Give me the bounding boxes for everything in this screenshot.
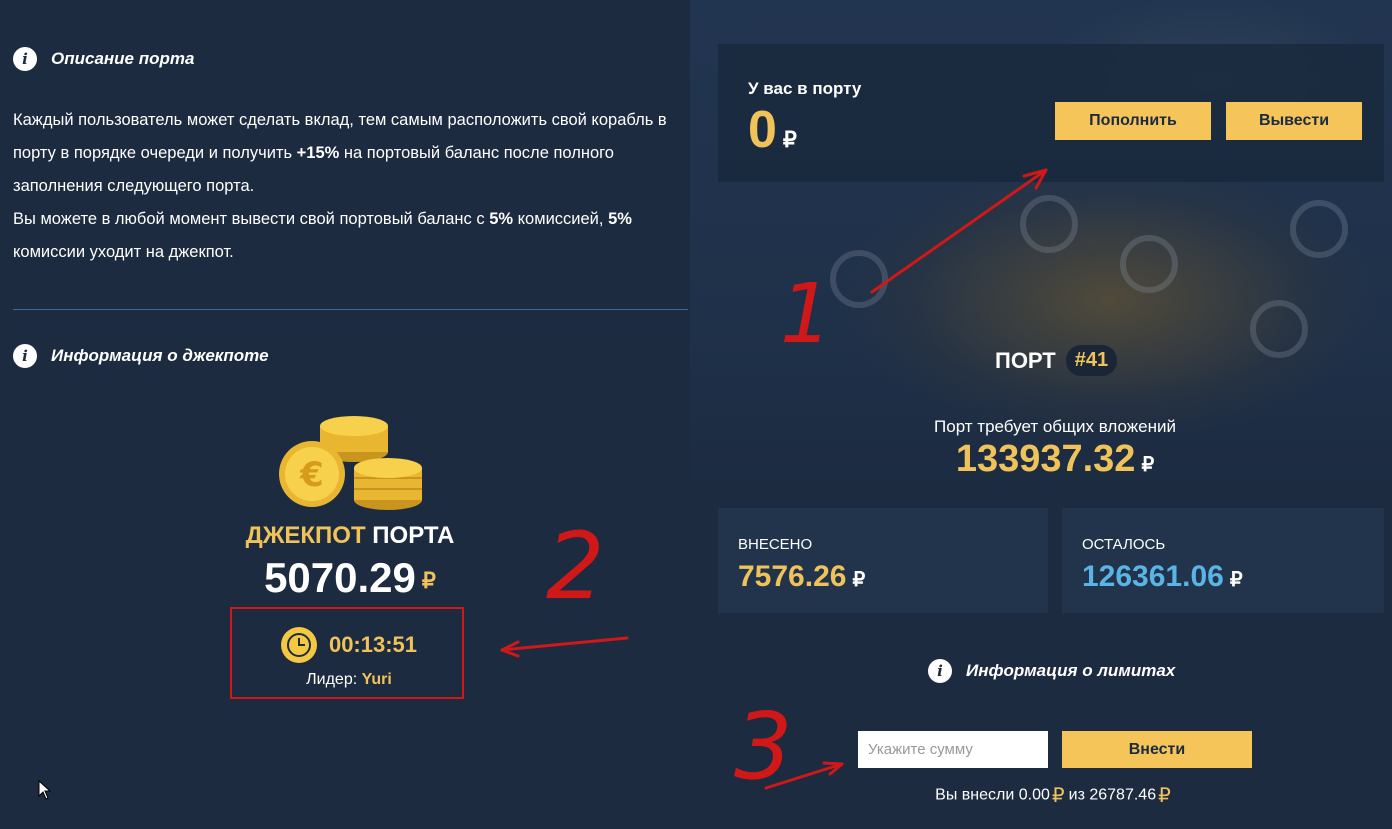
decor-coin <box>1020 195 1078 253</box>
jackpot-title-gold: ДЖЕКПОТ <box>245 522 366 549</box>
deposited-label: ВНЕСЕНО <box>738 536 813 553</box>
withdraw-button[interactable]: Вывести <box>1226 102 1362 140</box>
ruble-icon: ₽ <box>852 569 866 591</box>
remaining-value: 126361.06 ₽ <box>1082 560 1243 594</box>
deposited-amount: 7576.26 <box>738 560 847 593</box>
leader-label: Лидер: <box>306 671 358 688</box>
port-requires-value: 133937.32 ₽ <box>718 438 1392 481</box>
port-requires-amount: 133937.32 <box>955 438 1136 480</box>
jackpot-title: ДЖЕКПОТ ПОРТА <box>0 522 700 550</box>
desc-commission: 5% <box>608 210 632 228</box>
info-icon: i <box>13 344 37 368</box>
ruble-icon: ₽ <box>421 567 436 593</box>
desc-commission: 5% <box>489 210 514 228</box>
desc-bonus: +15% <box>296 144 340 162</box>
coins-icon: € <box>279 416 422 510</box>
deposited-value: 7576.26 ₽ <box>738 560 865 594</box>
jackpot-timer-box: 00:13:51 Лидер: Yuri <box>230 607 464 699</box>
ruble-icon: ₽ <box>1158 785 1171 807</box>
clock-icon <box>280 627 317 663</box>
info-icon: i <box>13 47 37 71</box>
ruble-icon: ₽ <box>1229 569 1243 591</box>
deposited-box: ВНЕСЕНО 7576.26 ₽ <box>718 508 1048 613</box>
section-divider <box>13 309 688 310</box>
limits-info-title: Информация о лимитах <box>966 661 1176 680</box>
port-description-title: Описание порта <box>51 49 195 68</box>
cursor-icon <box>38 780 52 800</box>
ruble-icon: ₽ <box>1141 454 1155 476</box>
limits-info-heading[interactable]: i Информация о лимитах <box>928 659 1175 683</box>
note-text: из <box>1068 786 1085 804</box>
contribute-button[interactable]: Внести <box>1062 731 1252 768</box>
remaining-label: ОСТАЛОСЬ <box>1082 536 1166 553</box>
desc-text: комиссией, <box>513 210 609 228</box>
annotation-arrow <box>500 636 629 652</box>
decor-coin <box>1120 235 1178 293</box>
svg-text:€: € <box>299 455 324 495</box>
remaining-box: ОСТАЛОСЬ 126361.06 ₽ <box>1062 508 1384 613</box>
ruble-icon: ₽ <box>1051 785 1065 807</box>
balance-panel: У вас в порту 0 ₽ Пополнить Вывести <box>718 44 1384 182</box>
desc-text: комиссии уходит на джекпот. <box>13 243 234 261</box>
note-deposited: 0.00 <box>1018 786 1050 804</box>
port-number-badge: #41 <box>1065 345 1118 376</box>
jackpot-info-heading[interactable]: i Информация о джекпоте <box>13 344 269 368</box>
port-label: ПОРТ <box>995 347 1056 373</box>
decor-coin <box>1290 200 1348 258</box>
info-icon: i <box>928 659 952 683</box>
note-limit: 26787.46 <box>1089 786 1157 804</box>
jackpot-timer: 00:13:51 <box>328 632 418 657</box>
balance-amount: 0 <box>748 101 777 159</box>
jackpot-info-title: Информация о джекпоте <box>51 346 269 365</box>
remaining-amount: 126361.06 <box>1082 560 1224 593</box>
leader-name: Yuri <box>361 671 392 688</box>
ruble-icon: ₽ <box>782 127 797 152</box>
amount-input[interactable] <box>858 731 1048 768</box>
deposit-limit-note: Вы внесли 0.00 ₽ из 26787.46 ₽ <box>718 783 1392 808</box>
jackpot-leader: Лидер: Yuri <box>232 671 466 689</box>
port-description-text: Каждый пользователь может сделать вклад,… <box>13 104 693 269</box>
jackpot-title-white: ПОРТА <box>372 522 455 549</box>
jackpot-amount-value: 5070.29 <box>264 554 416 601</box>
port-requires-label: Порт требует общих вложений <box>934 417 1176 436</box>
desc-text: Вы можете в любой момент вывести свой по… <box>13 210 490 228</box>
decor-coin <box>830 250 888 308</box>
balance-label: У вас в порту <box>748 79 862 98</box>
deposit-button[interactable]: Пополнить <box>1055 102 1211 140</box>
note-text: Вы внесли <box>935 786 1015 804</box>
balance-value: 0 ₽ <box>748 100 797 160</box>
decor-coin <box>1250 300 1308 358</box>
jackpot-amount: 5070.29 ₽ <box>0 554 700 602</box>
annotation-arrowhead <box>500 640 520 658</box>
port-title: ПОРТ #41 <box>995 345 1118 376</box>
port-description-heading: i Описание порта <box>13 47 194 71</box>
